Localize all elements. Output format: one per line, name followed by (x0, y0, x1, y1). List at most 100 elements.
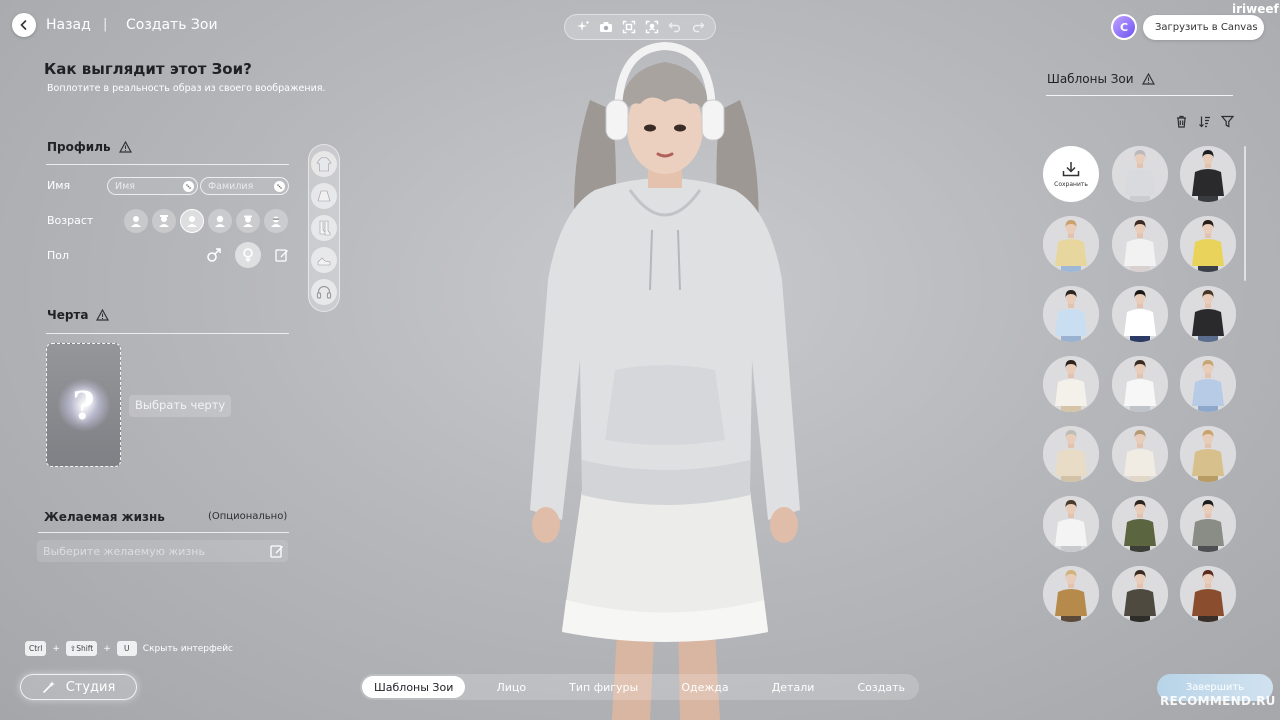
template-avatar[interactable] (1180, 496, 1236, 552)
template-avatar[interactable] (1180, 216, 1236, 272)
hoodie-icon[interactable] (311, 151, 337, 177)
warning-icon[interactable] (96, 309, 110, 321)
back-button[interactable] (12, 13, 36, 37)
hide-ui-shortcut: Ctrl + ⇧Shift + U Скрыть интерфейс (25, 641, 233, 656)
ctrl-key: Ctrl (25, 641, 47, 656)
female-icon[interactable] (235, 242, 261, 268)
gender-selector (201, 242, 295, 268)
template-avatar[interactable] (1043, 216, 1099, 272)
upload-to-canvas-button[interactable]: Загрузить в Canvas (1143, 15, 1264, 40)
sparkle-icon[interactable] (574, 18, 592, 36)
breadcrumb: Создать Зои (126, 17, 218, 33)
template-avatar[interactable] (1180, 356, 1236, 412)
age-label: Возраст (47, 214, 94, 227)
template-avatar[interactable] (1112, 496, 1168, 552)
gender-label: Пол (47, 249, 70, 262)
first-name-input[interactable]: Имя (107, 177, 198, 195)
page-title: Как выглядит этот Зои? (44, 60, 252, 78)
age-baby-icon[interactable] (124, 209, 148, 233)
sort-icon[interactable] (1196, 113, 1212, 129)
template-avatar[interactable] (1112, 566, 1168, 622)
headphones-icon[interactable] (311, 279, 337, 305)
desired-life-input[interactable]: Выберите желаемую жизнь (37, 540, 288, 562)
watermark: RECOMMEND.RU (1160, 694, 1276, 708)
download-icon (1062, 161, 1080, 176)
question-mark-icon: ? (72, 382, 95, 428)
magic-wand-icon (42, 681, 55, 693)
randomize-icon[interactable] (183, 180, 194, 192)
warning-icon[interactable] (1141, 73, 1155, 85)
shortcut-label: Скрыть интерфейс (142, 643, 233, 654)
warning-icon[interactable] (118, 141, 132, 153)
trash-icon[interactable] (1173, 113, 1189, 129)
template-avatar[interactable] (1180, 426, 1236, 482)
randomize-icon[interactable] (274, 180, 285, 192)
template-avatar[interactable] (1043, 286, 1099, 342)
frame-icon[interactable] (620, 18, 638, 36)
trait-divider (46, 333, 289, 334)
tab-details[interactable]: Детали (760, 676, 827, 698)
tab-body-type[interactable]: Тип фигуры (557, 676, 650, 698)
profile-divider (46, 164, 289, 165)
template-avatar[interactable] (1180, 566, 1236, 622)
trait-glow: ? (56, 378, 111, 432)
shift-key: ⇧Shift (65, 641, 98, 656)
age-young-adult-icon[interactable] (208, 209, 232, 233)
age-child-icon[interactable] (152, 209, 176, 233)
templates-divider (1046, 95, 1233, 96)
bottom-navigation: Шаблоны Зои Лицо Тип фигуры Одежда Детал… (360, 674, 919, 700)
age-teen-icon[interactable] (180, 209, 204, 233)
u-key: U (116, 641, 137, 656)
tab-face[interactable]: Лицо (484, 676, 538, 698)
life-divider (38, 532, 289, 533)
socks-icon[interactable] (311, 215, 337, 241)
edit-gender-icon[interactable] (269, 242, 295, 268)
age-selector (124, 209, 288, 233)
tab-clothing[interactable]: Одежда (669, 676, 740, 698)
life-section-title: Желаемая жизнь (44, 510, 165, 524)
skirt-icon[interactable] (311, 183, 337, 209)
template-avatar[interactable] (1043, 426, 1099, 482)
focus-icon[interactable] (643, 18, 661, 36)
edit-icon[interactable] (270, 544, 284, 558)
save-template-button[interactable]: Сохранить (1043, 146, 1099, 202)
character-preview[interactable] (500, 40, 830, 720)
tab-templates[interactable]: Шаблоны Зои (362, 676, 466, 698)
age-elder-icon[interactable] (264, 209, 288, 233)
template-avatar[interactable] (1112, 356, 1168, 412)
breadcrumb-separator: | (103, 17, 108, 32)
outfit-quick-strip (308, 144, 340, 312)
shoes-icon[interactable] (311, 247, 337, 273)
age-adult-icon[interactable] (236, 209, 260, 233)
male-icon[interactable] (201, 242, 227, 268)
trait-card[interactable]: ? (46, 343, 121, 467)
view-toolbar (564, 14, 716, 40)
template-avatar[interactable] (1043, 356, 1099, 412)
template-avatar[interactable] (1043, 496, 1099, 552)
filter-icon[interactable] (1219, 113, 1235, 129)
templates-scrollbar[interactable] (1244, 146, 1246, 281)
template-avatar[interactable] (1112, 286, 1168, 342)
page-subtitle: Воплотите в реальность образ из своего в… (47, 83, 326, 94)
templates-title: Шаблоны Зои (1047, 72, 1155, 86)
template-avatar[interactable] (1112, 146, 1168, 202)
upload-label: Загрузить в Canvas (1155, 22, 1258, 33)
back-label[interactable]: Назад (46, 17, 91, 33)
last-name-input[interactable]: Фамилия (200, 177, 289, 195)
camera-icon[interactable] (597, 18, 615, 36)
template-avatar[interactable] (1043, 566, 1099, 622)
canvas-logo-icon: C (1111, 14, 1137, 40)
username: iriweef (1232, 2, 1279, 16)
template-avatar[interactable] (1112, 216, 1168, 272)
undo-icon[interactable] (666, 18, 684, 36)
redo-icon[interactable] (689, 18, 707, 36)
name-label: Имя (47, 179, 71, 192)
tab-create[interactable]: Создать (845, 676, 917, 698)
studio-button[interactable]: Студия (20, 674, 137, 700)
chevron-left-icon (20, 20, 27, 30)
template-avatar[interactable] (1180, 146, 1236, 202)
choose-trait-button[interactable]: Выбрать черту (129, 395, 232, 417)
trait-section-title: Черта (47, 308, 110, 322)
template-avatar[interactable] (1112, 426, 1168, 482)
template-avatar[interactable] (1180, 286, 1236, 342)
